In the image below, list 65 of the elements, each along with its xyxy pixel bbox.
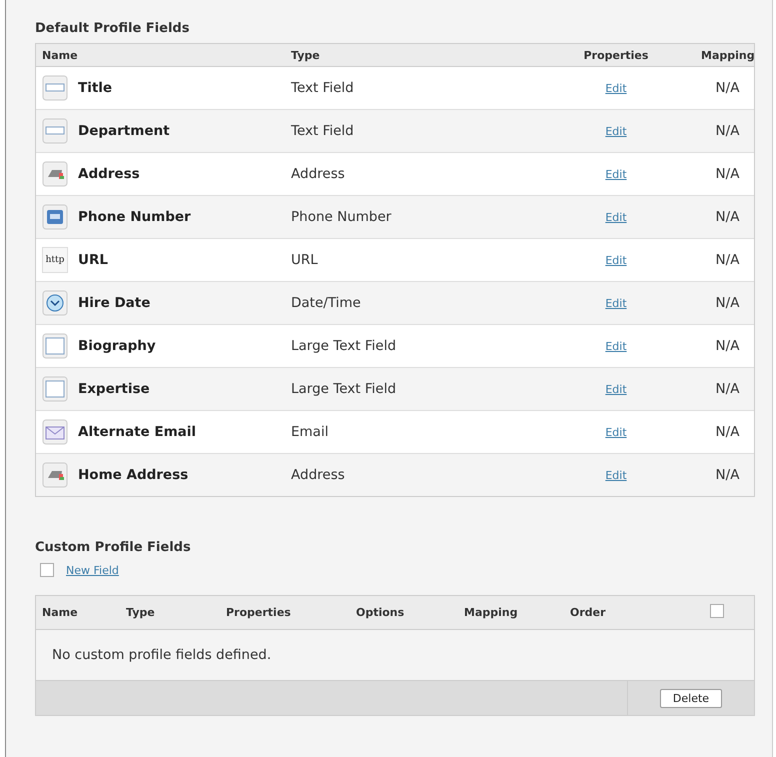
field-type: Large Text Field xyxy=(291,338,398,354)
field-name: Home Address xyxy=(78,467,188,483)
envelope-icon xyxy=(42,419,68,445)
field-type: Phone Number xyxy=(291,209,392,225)
edit-link[interactable]: Edit xyxy=(605,468,627,482)
field-type: Text Field xyxy=(291,80,355,96)
mapping-value: N/A xyxy=(714,252,740,268)
column-header: Order xyxy=(570,606,607,619)
mapping-value: N/A xyxy=(714,166,740,182)
column-header: Mapping xyxy=(701,48,755,62)
edit-link[interactable]: Edit xyxy=(605,168,627,180)
column-header: Name xyxy=(41,606,79,619)
column-header: Type xyxy=(291,48,321,62)
edit-link[interactable]: Edit xyxy=(605,340,627,352)
select-all-checkbox[interactable] xyxy=(710,604,724,618)
column-header: Mapping xyxy=(464,606,519,619)
url-icon: http xyxy=(42,247,68,273)
field-type: Date/Time xyxy=(291,295,362,311)
edit-link[interactable]: Edit xyxy=(605,210,627,224)
column-header: Properties xyxy=(226,606,292,619)
edit-link[interactable]: Edit xyxy=(605,254,627,266)
edit-link[interactable]: Edit xyxy=(605,296,627,310)
section-title: Custom Profile Fields xyxy=(35,540,192,555)
new-field-link[interactable]: New Field xyxy=(66,564,119,576)
mapping-value: N/A xyxy=(714,467,740,483)
mapping-value: N/A xyxy=(714,381,740,397)
mapping-value: N/A xyxy=(714,209,740,225)
field-name: Alternate Email xyxy=(78,424,196,440)
checkbox[interactable] xyxy=(40,563,54,577)
field-name: Phone Number xyxy=(78,209,191,225)
field-name: Department xyxy=(78,123,170,139)
field-name: Biography xyxy=(78,338,156,354)
text-area-icon xyxy=(42,376,68,402)
mapping-value: N/A xyxy=(714,80,740,96)
field-name: Title xyxy=(78,80,112,96)
field-name: Expertise xyxy=(78,381,150,397)
column-header: Type xyxy=(126,606,156,619)
clock-icon xyxy=(42,290,68,316)
empty-message: No custom profile fields defined. xyxy=(52,647,272,663)
field-name: URL xyxy=(78,252,108,268)
field-type: Address xyxy=(291,166,346,182)
phone-icon xyxy=(42,204,68,230)
edit-link[interactable]: Edit xyxy=(605,124,627,138)
field-type: Address xyxy=(291,467,346,483)
column-header: Name xyxy=(41,48,79,62)
column-header: Properties xyxy=(582,48,650,62)
text-area-icon xyxy=(42,333,68,359)
delete-button[interactable]: Delete xyxy=(660,688,722,708)
field-name: Address xyxy=(78,166,140,182)
mapping-value: N/A xyxy=(714,338,740,354)
section-title: Default Profile Fields xyxy=(35,21,190,36)
mapping-value: N/A xyxy=(714,424,740,440)
edit-link[interactable]: Edit xyxy=(605,382,627,396)
text-field-icon xyxy=(42,118,68,144)
field-type: Text Field xyxy=(291,123,355,139)
column-header: Options xyxy=(356,606,406,619)
mapping-value: N/A xyxy=(714,123,740,139)
text-field-icon xyxy=(42,75,68,101)
mapping-value: N/A xyxy=(714,295,740,311)
field-type: URL xyxy=(291,252,319,268)
field-type: Large Text Field xyxy=(291,381,398,397)
edit-link[interactable]: Edit xyxy=(605,82,627,94)
edit-link[interactable]: Edit xyxy=(605,426,627,438)
field-type: Email xyxy=(291,424,330,440)
field-name: Hire Date xyxy=(78,295,150,311)
